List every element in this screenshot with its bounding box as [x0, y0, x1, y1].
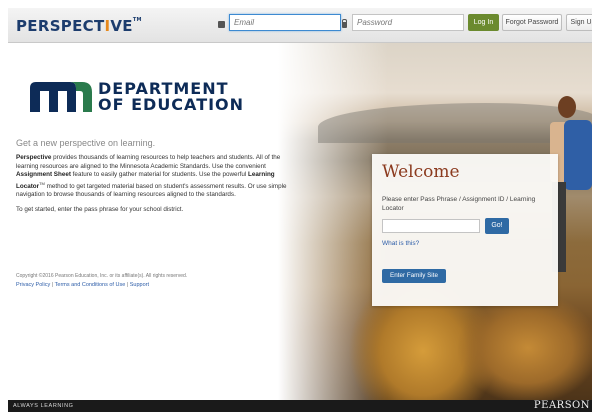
pearson-logo[interactable]: PEARSON — [534, 400, 590, 411]
welcome-title: Welcome — [382, 162, 460, 182]
email-input[interactable]: Email — [229, 14, 341, 31]
intro-text: method to get targeted material based on… — [16, 182, 287, 199]
always-learning-text: ALWAYS LEARNING — [13, 403, 74, 409]
terms-link[interactable]: Terms and Conditions of Use — [55, 282, 126, 288]
intro-text: feature to easily gather material for st… — [70, 171, 249, 178]
password-input[interactable]: Password — [352, 14, 464, 31]
enter-family-site-button[interactable]: Enter Family Site — [382, 269, 446, 283]
top-header: PERSPECTIVETM Email Password Log In Forg… — [8, 8, 592, 43]
perspective-logo[interactable]: PERSPECTIVETM — [16, 17, 142, 35]
envelope-icon — [218, 21, 225, 28]
pass-phrase-prompt: Please enter Pass Phrase / Assignment ID… — [382, 196, 536, 212]
go-button[interactable]: Go! — [485, 218, 509, 234]
department-of-education-wordmark: DEPARTMENT OF EDUCATION — [98, 81, 244, 113]
intro-paragraph: Perspective provides thousands of learni… — [16, 154, 300, 200]
tagline: Get a new perspective on learning. — [16, 138, 156, 148]
sign-up-button[interactable]: Sign Up — [566, 14, 592, 31]
intro-bold-assignment-sheet: Assignment Sheet — [16, 171, 71, 178]
intro-bold-perspective: Perspective — [16, 154, 52, 161]
hero-section: DEPARTMENT OF EDUCATION Get a new perspe… — [8, 43, 592, 400]
hiker-head — [558, 96, 576, 118]
minnesota-logo-icon — [30, 82, 92, 112]
link-separator: | — [51, 282, 54, 288]
brand-text-tail: VE — [110, 17, 133, 35]
footer-links: Privacy Policy | Terms and Conditions of… — [16, 282, 149, 288]
forgot-password-button[interactable]: Forgot Password — [502, 14, 562, 31]
copyright-text: Copyright ©2016 Pearson Education, Inc. … — [16, 273, 188, 279]
link-separator: | — [126, 282, 129, 288]
bottom-footer-bar: ALWAYS LEARNING PEARSON — [8, 400, 592, 412]
get-started-text: To get started, enter the pass phrase fo… — [16, 206, 184, 213]
lock-icon — [342, 19, 347, 28]
welcome-card: Welcome Please enter Pass Phrase / Assig… — [372, 154, 558, 306]
support-link[interactable]: Support — [130, 282, 149, 288]
privacy-policy-link[interactable]: Privacy Policy — [16, 282, 50, 288]
brand-trademark: TM — [132, 17, 142, 23]
pass-phrase-input[interactable] — [382, 219, 480, 233]
brand-text: PERSPECT — [16, 17, 105, 35]
page: PERSPECTIVETM Email Password Log In Forg… — [0, 0, 592, 412]
hiker-backpack — [564, 120, 592, 190]
login-button[interactable]: Log In — [468, 14, 499, 31]
intro-text: provides thousands of learning resources… — [16, 154, 281, 170]
what-is-this-link[interactable]: What is this? — [382, 240, 419, 247]
fern-foliage — [458, 293, 592, 400]
logo-line-2: OF EDUCATION — [98, 95, 245, 114]
